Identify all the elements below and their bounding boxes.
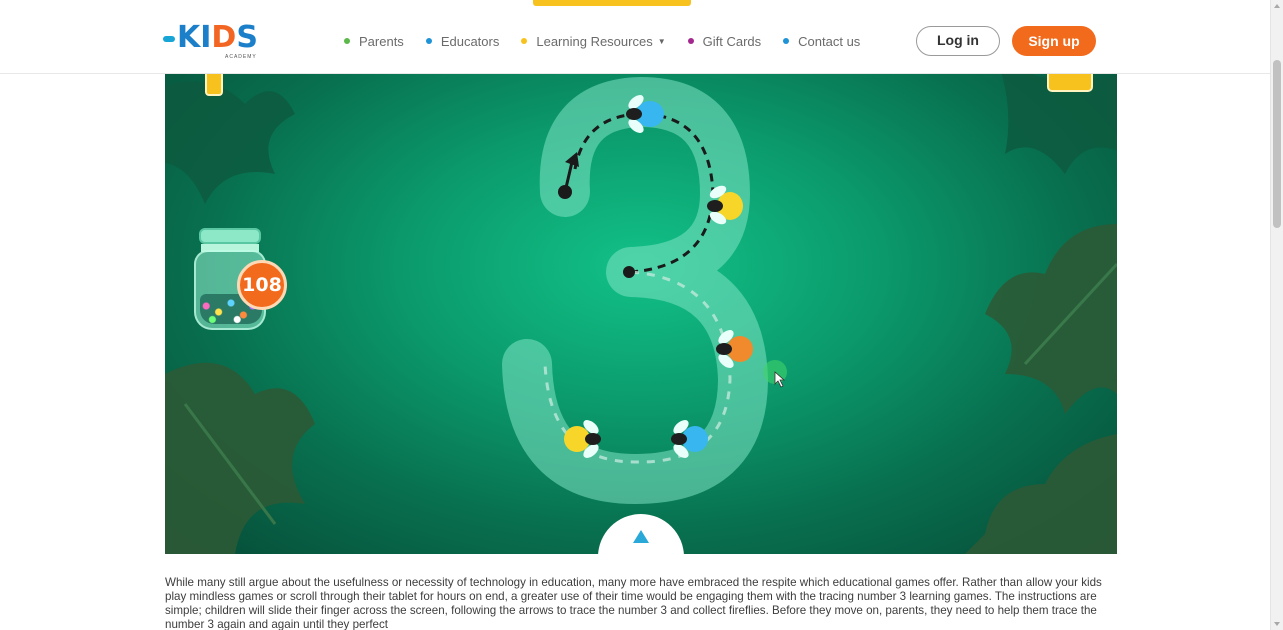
logo-subtitle: ACADEMY	[225, 54, 257, 60]
leaf-icon	[965, 434, 1117, 554]
jar-count-badge: 108	[237, 260, 287, 310]
menu-tab-icon[interactable]	[1047, 74, 1093, 92]
signup-button[interactable]: Sign up	[1012, 26, 1096, 56]
main-nav: Parents Educators Learning Resources ▼ G…	[344, 27, 882, 55]
nav-dot-icon	[687, 38, 694, 44]
nav-learning-resources[interactable]: Learning Resources ▼	[521, 33, 666, 49]
site-header: KIDS ACADEMY Parents Educators Learning …	[0, 0, 1270, 74]
nav-parents[interactable]: Parents	[344, 34, 404, 49]
scrollbar-thumb[interactable]	[1273, 60, 1281, 228]
article-paragraph: While many still argue about the usefuln…	[165, 576, 1102, 630]
scroll-down-arrow-icon[interactable]	[1274, 622, 1280, 626]
logo-dash	[163, 36, 175, 42]
pause-tab-icon[interactable]	[205, 74, 223, 96]
nav-dot-icon	[783, 38, 790, 44]
nav-label: Parents	[359, 33, 404, 49]
leaf-icon	[165, 81, 295, 204]
header-accent-bar	[533, 0, 691, 6]
page: KIDS ACADEMY Parents Educators Learning …	[0, 0, 1283, 630]
nav-educators[interactable]: Educators	[425, 33, 500, 49]
kids-academy-logo[interactable]: KIDS ACADEMY	[163, 20, 263, 64]
logo-text: KIDS	[177, 20, 258, 55]
leaf-icon	[985, 224, 1117, 414]
nav-contact-us[interactable]: Contact us	[783, 34, 860, 49]
chevron-down-icon: ▼	[657, 36, 666, 46]
nav-label: Contact us	[798, 33, 861, 49]
scroll-up-arrow-icon[interactable]	[1274, 4, 1280, 8]
nav-label: Educators	[440, 33, 500, 49]
login-button[interactable]: Log in	[916, 26, 1000, 56]
leaf-icon	[165, 362, 315, 554]
nav-gift-cards[interactable]: Gift Cards	[687, 33, 762, 49]
nav-label: Learning Resources	[536, 33, 653, 49]
game-scene	[165, 74, 1117, 554]
nav-dot-icon	[425, 38, 432, 44]
triangle-up-icon	[633, 530, 649, 543]
digit-track	[502, 77, 768, 504]
page-scrollbar[interactable]	[1270, 0, 1283, 630]
nav-label: Gift Cards	[702, 33, 762, 49]
nav-dot-icon	[521, 38, 528, 44]
midpoint-icon	[623, 266, 635, 278]
tracing-game-canvas[interactable]: 108	[165, 74, 1117, 554]
nav-dot-icon	[344, 38, 350, 44]
jar-lid	[199, 228, 261, 244]
